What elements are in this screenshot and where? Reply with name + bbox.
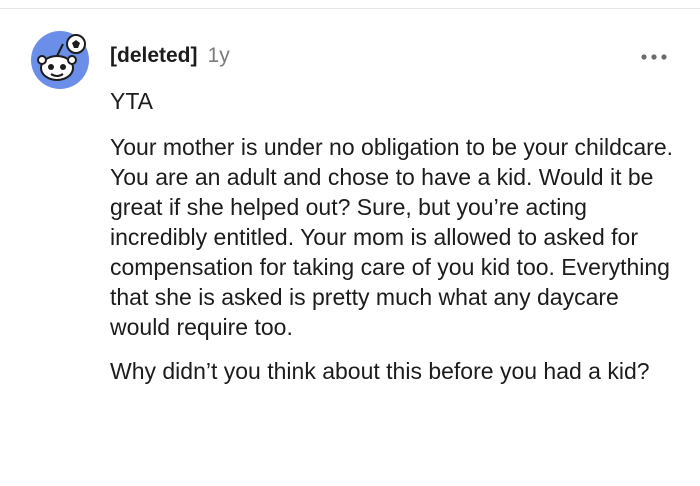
- comment-paragraph: Your mother is under no obligation to be…: [110, 134, 673, 340]
- more-options-icon: [641, 54, 667, 60]
- snoo-avatar-icon: [31, 31, 89, 89]
- more-options-button[interactable]: [640, 50, 668, 64]
- comment-meta: [deleted] 1y: [110, 44, 230, 68]
- comment-paragraph: YTA: [110, 88, 154, 114]
- comment-paragraph: Why didn’t you think about this before y…: [110, 358, 650, 384]
- avatar[interactable]: [30, 30, 90, 90]
- comment: [deleted] 1y YTA Your mother is under no…: [0, 0, 700, 486]
- comment-body: YTA Your mother is under no obligation t…: [110, 86, 680, 400]
- comment-age: 1y: [207, 44, 230, 67]
- author-name[interactable]: [deleted]: [110, 44, 198, 68]
